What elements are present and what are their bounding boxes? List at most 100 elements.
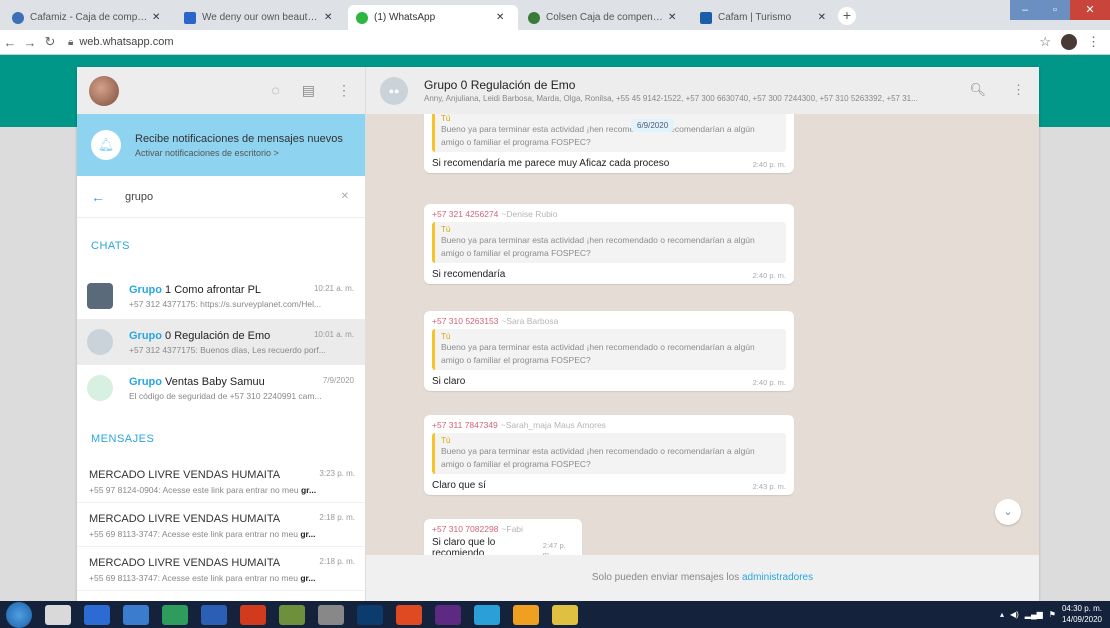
minimize-icon[interactable]: – [1010,0,1040,20]
url-field[interactable]: 🔒︎ web.whatsapp.com [68,36,174,48]
message-result[interactable]: MERCADO LIVRE VENDAS HUMAITA 2:18 p. m. … [77,547,365,591]
url-text: web.whatsapp.com [79,36,174,48]
taskbar-app-icon[interactable] [201,604,227,625]
clear-search-icon[interactable]: ✕ [341,191,349,202]
notice-text: Solo pueden enviar mensajes los [591,572,742,583]
chat-item[interactable]: Grupo Ventas Baby Samuu 7/9/2020 El códi… [77,365,365,411]
message-time: 2:18 p. m. [319,557,355,566]
message-sender: +57 321 4256274 ~Denise Rubio [432,209,558,219]
taskbar-app-icon[interactable] [435,604,461,625]
sidebar: ◌ ▤ ⋮ 🔔︎ Recibe notificaciones de mensaj… [77,67,366,601]
message-result[interactable]: MERCADO LIVRE VENDAS HUMAITA 2:18 p. m. … [77,503,365,547]
chat-item-selected[interactable]: Grupo 0 Regulación de Emo 10:01 a. m. +5… [77,319,365,365]
browser-tab[interactable]: Colsen Caja de compensación ✕ [520,5,690,30]
search-input[interactable]: grupo [125,191,153,203]
tray-arrow-icon[interactable]: ▴ [1000,610,1004,619]
message-sender: +57 310 5263153 ~Sara Barbosa [432,316,559,326]
quoted-message[interactable]: Tú Bueno ya para terminar esta actividad… [432,329,786,370]
browser-tab-active[interactable]: (1) WhatsApp ✕ [348,5,518,30]
notification-banner[interactable]: 🔔︎ Recibe notificaciones de mensajes nue… [77,114,365,176]
quote-text: Bueno ya para terminar esta actividad ¡h… [441,446,755,469]
browser-tab[interactable]: Cafam | Turismo ✕ [692,5,834,30]
taskbar-app-icon[interactable] [240,604,266,625]
lock-icon: 🔒︎ [68,36,74,48]
message-result[interactable]: MERCADO LIVRE VENDAS HUMAITA 3:23 p. m. … [77,459,365,503]
message-preview: +55 69 8113-3747: Acesse este link para … [89,573,316,583]
quote-author: Tú [441,225,451,234]
quoted-message[interactable]: Tú Bueno ya para terminar esta actividad… [432,222,786,263]
menu-dots-icon[interactable]: ⋮ [1012,82,1025,98]
search-icon[interactable]: 🔍︎ [969,82,986,98]
close-tab-icon[interactable]: ✕ [818,12,826,23]
new-chat-icon[interactable]: ▤ [302,82,315,99]
chat-preview: +57 312 4377175: https://s.surveyplanet.… [129,298,322,309]
forward-arrow-icon[interactable]: → [20,35,40,50]
taskbar-app-icon[interactable] [84,604,110,625]
browser-tab[interactable]: We deny our own beauty becaus ✕ [176,5,346,30]
search-bar: ← grupo ✕ [77,176,365,218]
close-tab-icon[interactable]: ✕ [668,12,676,23]
close-tab-icon[interactable]: ✕ [496,12,504,23]
taskbar-app-icon[interactable] [318,604,344,625]
clock-time: 04:30 p. m. [1061,604,1102,613]
chat-time: 10:01 a. m. [313,329,354,339]
menu-dots-icon[interactable]: ⋮ [1087,34,1100,50]
back-arrow-icon[interactable]: ← [0,35,20,50]
taskbar-app-icon[interactable] [396,604,422,625]
message-preview: +55 97 8124-0904: Acesse este link para … [89,485,317,495]
status-icon[interactable]: ◌ [271,82,279,99]
message-time: 3:23 p. m. [319,469,355,478]
conversation-header-icons: 🔍︎ ⋮ [969,82,1025,98]
new-tab-button[interactable]: + [838,7,856,25]
chat-time: 10:21 a. m. [313,283,354,293]
system-clock[interactable]: 04:30 p. m. 14/09/2020 [1062,603,1102,625]
scroll-down-button[interactable]: ⌄ [995,499,1021,525]
message-text: Claro que sí [432,479,486,491]
quoted-message[interactable]: Tú Bueno ya para terminar esta actividad… [432,433,786,474]
flag-icon[interactable]: ⚑ [1049,610,1056,619]
chat-name: Grupo Ventas Baby Samuu [129,375,265,388]
message-time: 2:43 p. m. [752,481,786,491]
close-tab-icon[interactable]: ✕ [152,12,160,23]
browser-tab[interactable]: Cafamiz - Caja de compensación ✕ [4,5,174,30]
volume-icon[interactable]: ◀) [1010,610,1019,619]
profile-avatar[interactable] [1061,34,1077,50]
menu-dots-icon[interactable]: ⋮ [337,82,351,99]
maximize-icon[interactable]: ▫ [1040,0,1070,20]
chats-section-label: CHATS [91,240,130,252]
message-chat-name: MERCADO LIVRE VENDAS HUMAITA [89,513,281,525]
taskbar-app-icon[interactable] [162,604,188,625]
chat-avatar [87,375,113,401]
quote-author: Tú [441,436,451,445]
quote-text: Bueno ya para terminar esta actividad ¡h… [441,342,755,365]
conversation-header[interactable]: ●● Grupo 0 Regulación de Emo Anny, Anjul… [366,67,1039,114]
quote-text: Bueno ya para terminar esta actividad ¡h… [441,124,755,147]
quoted-message[interactable]: Tú Bueno ya para terminar esta actividad… [432,114,786,152]
whatsapp-favicon-icon [356,11,368,24]
taskbar-app-icon[interactable] [474,604,500,625]
taskbar-app-icon[interactable] [357,604,383,625]
close-tab-icon[interactable]: ✕ [324,12,332,23]
taskbar-app-icon[interactable] [552,604,578,625]
message-time: 2:47 p. m. [542,541,566,555]
start-button[interactable] [6,601,32,628]
taskbar-app-icon[interactable] [279,604,305,625]
taskbar-app-icon[interactable] [123,604,149,625]
signal-icon[interactable]: ▂▄▆ [1025,610,1043,619]
tab-strip: Cafamiz - Caja de compensación ✕ We deny… [0,0,1110,30]
admins-link[interactable]: administradores [742,572,813,583]
close-window-icon[interactable]: ✕ [1070,0,1110,20]
enable-notifications-link[interactable]: Activar notificaciones de escritorio > [135,148,343,158]
system-tray: ▴ ◀) ▂▄▆ ⚑ 04:30 p. m. 14/09/2020 [1000,603,1102,625]
taskbar-apps [32,604,578,625]
message-sender: +57 311 7847349 ~Sarah_maja Maus Amores [432,420,606,430]
taskbar-app-icon[interactable] [513,604,539,625]
back-arrow-icon[interactable]: ← [91,189,105,205]
tab-favicon-icon [184,11,196,24]
my-avatar[interactable] [89,75,119,106]
taskbar-app-icon[interactable] [45,604,71,625]
chat-item[interactable]: Grupo 1 Como afrontar PL 10:21 a. m. +57… [77,273,365,319]
reload-icon[interactable]: ↻ [40,34,60,50]
sidebar-header-icons: ◌ ▤ ⋮ [271,82,351,99]
bookmark-star-icon[interactable]: ☆ [1039,34,1051,50]
